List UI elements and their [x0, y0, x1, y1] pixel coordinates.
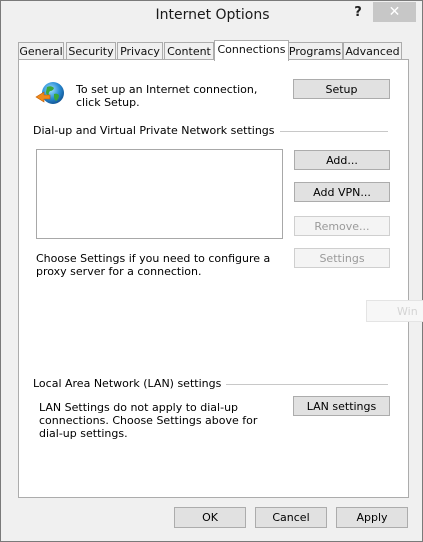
tab-security[interactable]: Security — [66, 42, 116, 60]
background-window-fragment: Win — [366, 300, 423, 322]
apply-button[interactable]: Apply — [336, 507, 408, 528]
settings-button[interactable]: Settings — [294, 248, 390, 268]
connections-listbox[interactable] — [36, 149, 283, 239]
internet-options-window: Internet Options ? ✕ General Security Pr… — [0, 0, 423, 542]
add-vpn-button[interactable]: Add VPN... — [294, 182, 390, 202]
remove-button[interactable]: Remove... — [294, 216, 390, 236]
dialup-group-label: Dial-up and Virtual Private Network sett… — [33, 124, 280, 137]
setup-button[interactable]: Setup — [293, 79, 390, 99]
connections-panel: To set up an Internet connection, click … — [18, 59, 409, 498]
close-button[interactable]: ✕ — [373, 2, 416, 22]
tab-connections[interactable]: Connections — [214, 40, 289, 61]
tab-advanced[interactable]: Advanced — [343, 42, 402, 60]
tab-content[interactable]: Content — [164, 42, 214, 60]
tab-privacy[interactable]: Privacy — [117, 42, 163, 60]
title-bar: Internet Options ? ✕ — [1, 1, 422, 33]
ok-button[interactable]: OK — [174, 507, 246, 528]
lan-description: LAN Settings do not apply to dial-up con… — [39, 401, 258, 440]
add-button[interactable]: Add... — [294, 150, 390, 170]
help-button[interactable]: ? — [348, 4, 368, 22]
lan-group-label: Local Area Network (LAN) settings — [33, 377, 227, 390]
tab-programs[interactable]: Programs — [287, 42, 343, 60]
lan-settings-button[interactable]: LAN settings — [293, 396, 390, 416]
tab-general[interactable]: General — [18, 42, 64, 60]
proxy-description: Choose Settings if you need to configure… — [36, 252, 271, 278]
setup-description: To set up an Internet connection, click … — [76, 83, 258, 109]
internet-globe-icon — [35, 82, 64, 104]
cancel-button[interactable]: Cancel — [255, 507, 327, 528]
